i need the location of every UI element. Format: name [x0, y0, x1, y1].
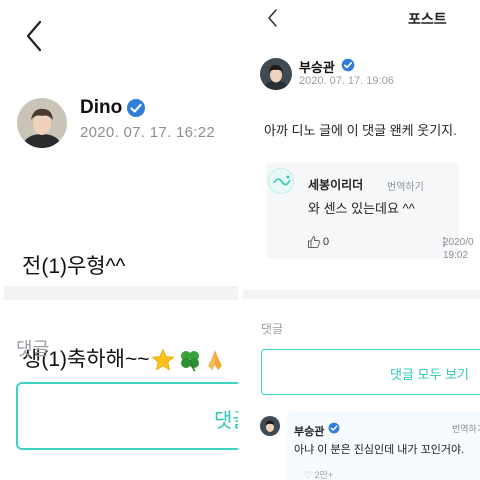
comments-header: 댓글	[16, 339, 50, 359]
section-divider	[4, 286, 238, 300]
folded-hands-emoji-icon	[208, 350, 223, 371]
reply-comment-card[interactable]: 부승관 번역하기 아냐 이 분은 진심인데 내가 꼬인거야. ♡ 2만+	[286, 411, 480, 480]
post-timestamp: 2020. 07. 17. 16:22	[80, 124, 215, 141]
reply-avatar[interactable]	[260, 416, 280, 436]
verified-badge-icon	[127, 99, 145, 117]
thumbs-up-icon[interactable]	[307, 235, 321, 249]
view-all-comments-label: 댓글 모두 보기	[390, 367, 469, 382]
seungkwan-post-panel: 포스트 부승관 2020. 07. 17. 19:06 아까 디노 글에 이 댓…	[243, 0, 480, 480]
post-timestamp: 2020. 07. 17. 19:06	[299, 75, 394, 87]
avatar[interactable]	[260, 58, 292, 90]
post-body: 아까 디노 글에 이 댓글 왠케 웃기지.	[264, 123, 457, 138]
back-button[interactable]	[265, 7, 281, 29]
reply-author[interactable]: 부승관	[294, 423, 324, 439]
quoted-comment-card[interactable]: 세봉이리더 번역하기 와 센스 있는데요 ^^ 0	[266, 163, 459, 259]
star-emoji-icon	[152, 348, 175, 372]
comments-header: 댓글	[261, 322, 284, 336]
chevron-left-icon	[26, 20, 42, 52]
four-leaf-clover-emoji-icon	[181, 351, 200, 372]
comment-text: 와 센스 있는데요 ^^	[308, 201, 415, 216]
translate-button[interactable]: 번역하기	[387, 178, 424, 193]
write-comment-button[interactable]: 댓글	[16, 382, 238, 450]
commenter-avatar[interactable]	[268, 168, 294, 194]
back-button[interactable]	[20, 18, 50, 54]
reply-like-count: ♡ 2만+	[304, 470, 334, 480]
author-name[interactable]: Dino	[80, 97, 122, 119]
chevron-left-icon	[268, 9, 277, 27]
translate-button[interactable]: 번역하기	[452, 422, 480, 435]
write-comment-label: 댓글	[214, 410, 238, 432]
page-title: 포스트	[408, 11, 447, 27]
commenter-name[interactable]: 세봉이리더	[308, 176, 363, 193]
author-name[interactable]: 부승관	[299, 57, 335, 76]
section-divider	[243, 290, 480, 299]
avatar[interactable]	[17, 98, 67, 148]
post-body-line-2: 생(1)축하해~~	[22, 344, 225, 375]
verified-badge-icon	[341, 58, 355, 72]
reply-text: 아냐 이 분은 진심인데 내가 꼬인거야.	[294, 444, 465, 456]
dino-post-panel: Dino 2020. 07. 17. 16:22 전(1)우형^^ 생(1)축하…	[0, 0, 238, 480]
comment-time: 19:02	[443, 250, 469, 261]
view-all-comments-button[interactable]: 댓글 모두 보기	[261, 349, 480, 395]
comment-timestamp: 2020/0 19:02	[443, 236, 474, 262]
comment-date: 2020/0	[443, 237, 474, 248]
post-body-line-1: 전(1)우형^^	[22, 255, 126, 278]
like-count: 0	[323, 236, 330, 248]
verified-badge-icon	[328, 422, 340, 434]
